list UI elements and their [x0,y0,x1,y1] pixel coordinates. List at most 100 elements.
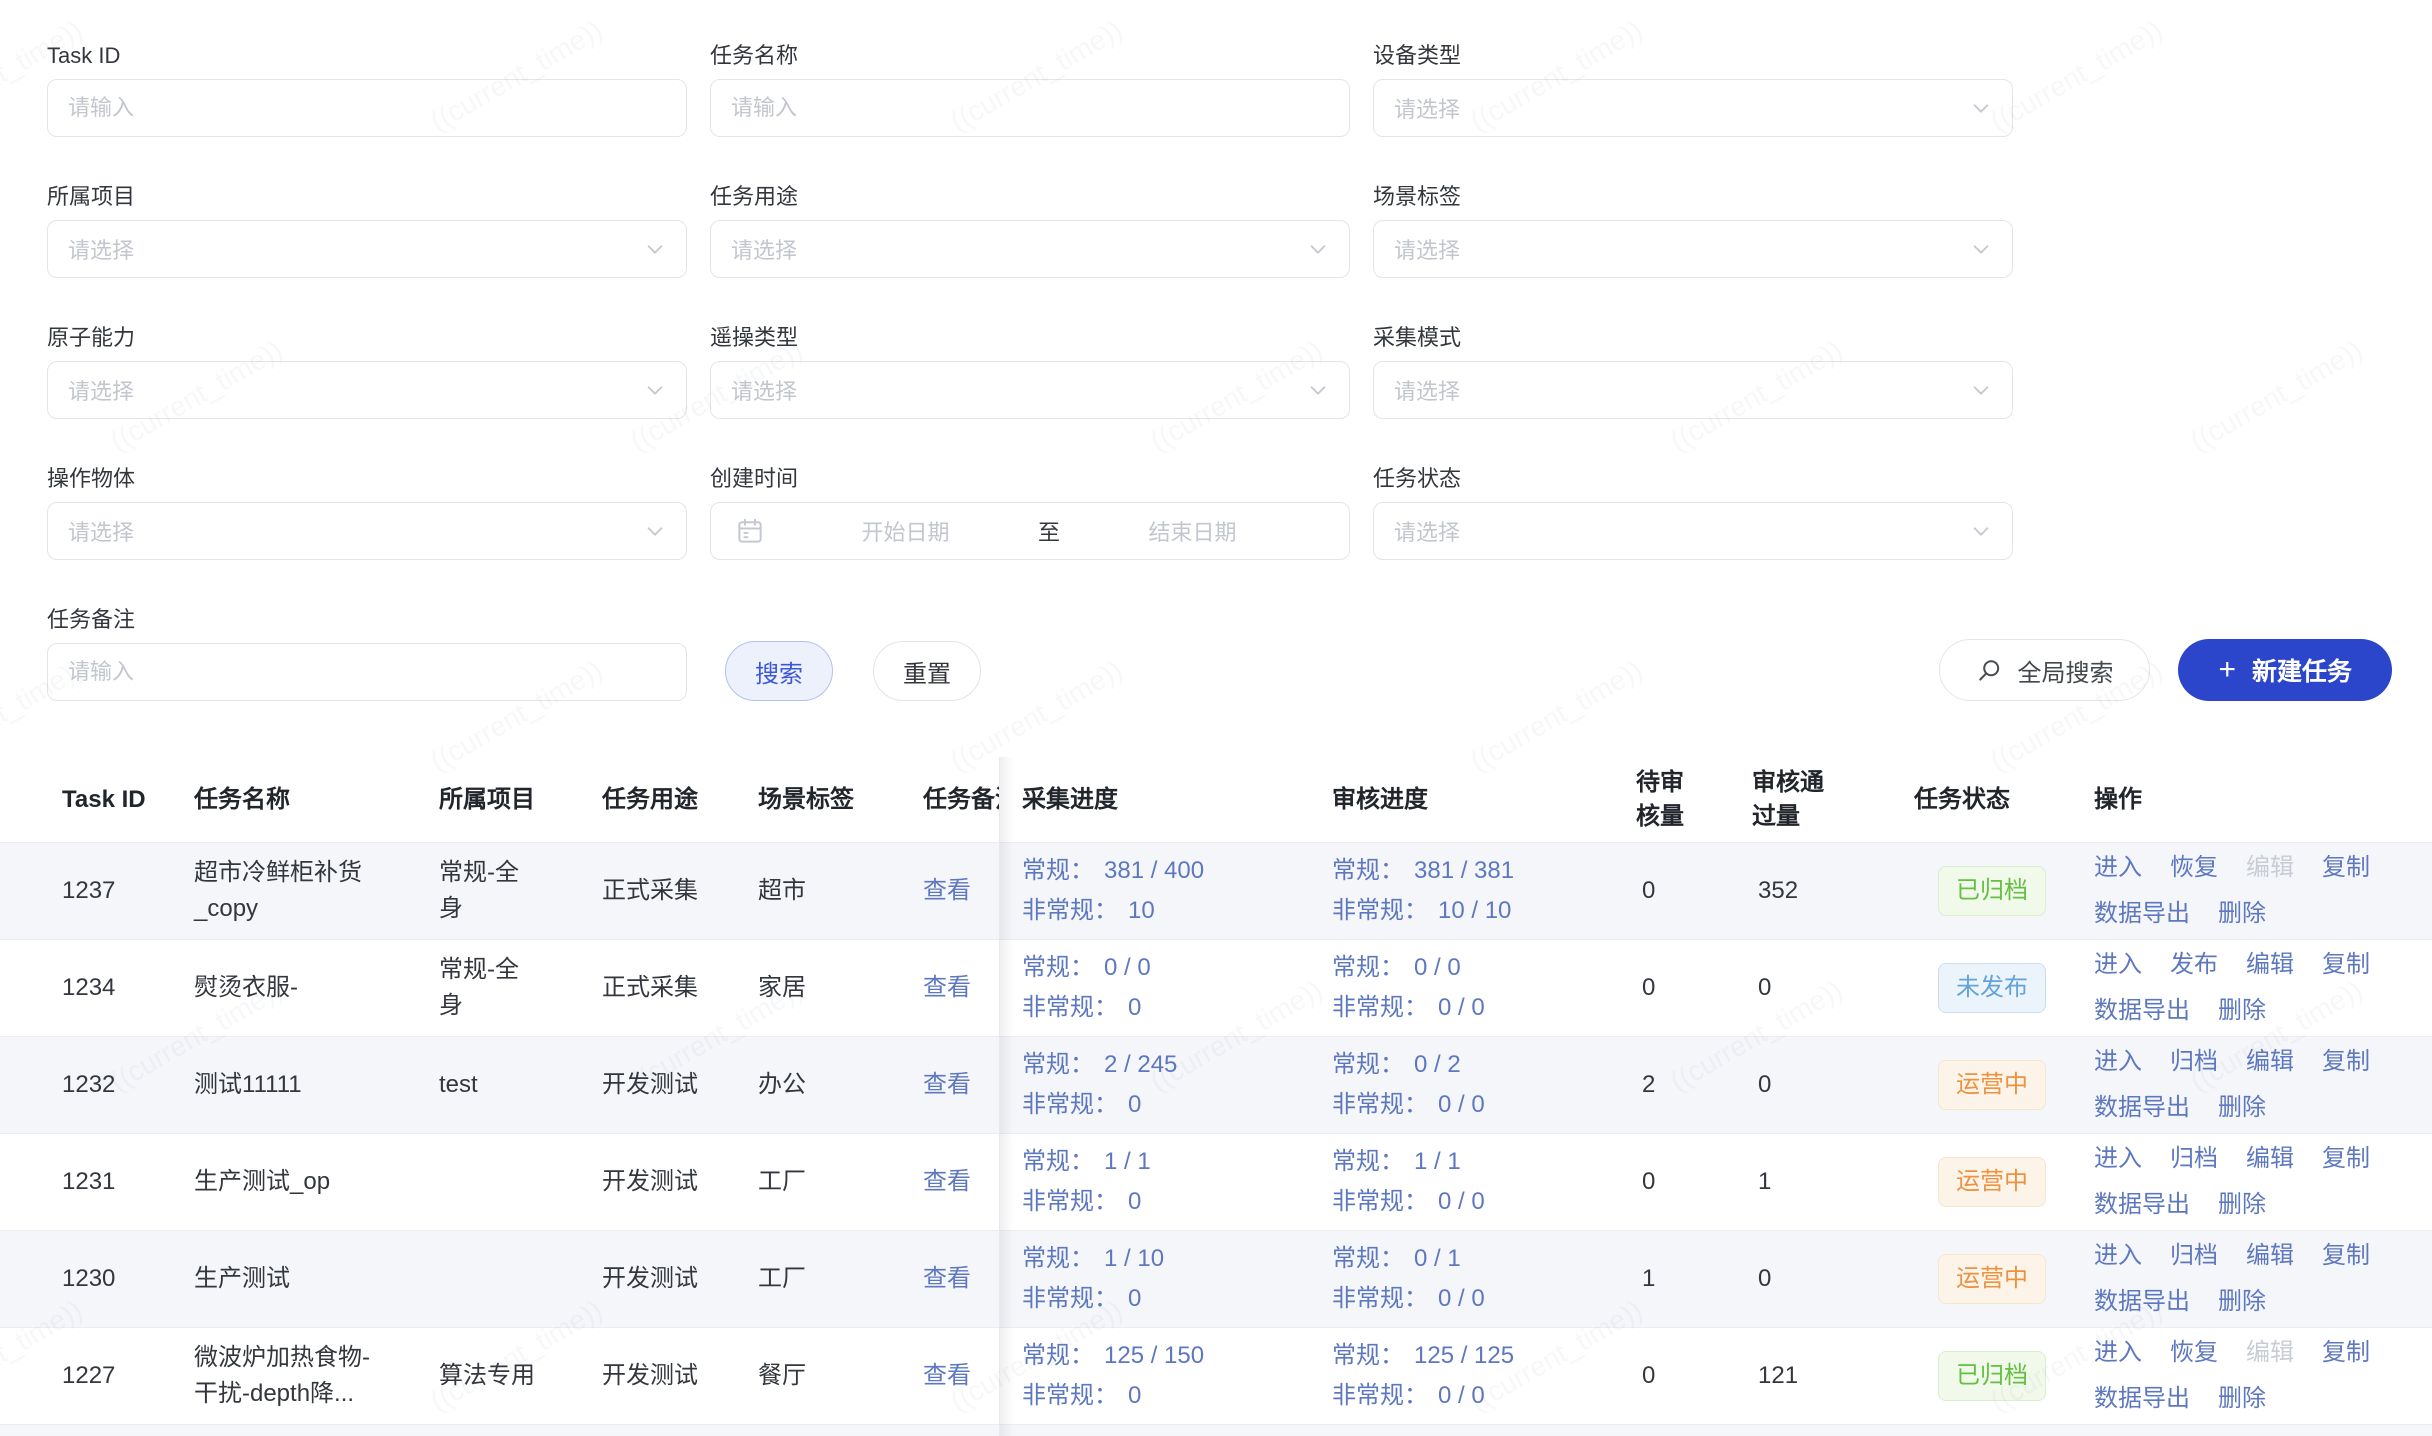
collect-irregular-value: 0 [1128,1085,1141,1125]
chevron-down-icon [1307,379,1329,401]
action-link[interactable]: 复制 [2322,1139,2370,1179]
filter-grid: Task ID 任务名称 设备类型 请选择 所属项目 请选择 任务用途 请选择 [47,42,2014,560]
reset-button[interactable]: 重置 [873,641,981,701]
action-link[interactable]: 编辑 [2246,1236,2294,1276]
view-remark-link[interactable]: 查看 [923,1265,971,1292]
column-header-review: 审核进度 [1332,783,1636,817]
cell-scene: 超市 [758,873,923,909]
action-link[interactable]: 恢复 [2170,848,2218,888]
cell-status: 未发布 [1914,963,2094,1014]
view-remark-link[interactable]: 查看 [923,1168,971,1195]
action-link[interactable]: 进入 [2094,1333,2142,1373]
filter-select[interactable]: 请选择 [710,361,1350,419]
action-link[interactable]: 数据导出 [2094,1088,2190,1128]
filter-select[interactable]: 请选择 [1373,79,2013,137]
action-link[interactable]: 删除 [2218,1282,2266,1322]
status-badge: 运营中 [1938,1060,2046,1111]
filter-select[interactable]: 请选择 [1373,502,2013,560]
review-regular-label: 常规： [1332,1336,1404,1376]
collect-irregular-value: 0 [1128,988,1141,1028]
cell-task-name: 测试11111 [194,1067,439,1103]
select-placeholder: 请选择 [1394,92,1970,124]
create-task-button[interactable]: + 新建任务 [2178,639,2392,701]
review-irregular-value: 0 / 0 [1438,988,1485,1028]
review-regular-label: 常规： [1332,851,1404,891]
global-search-button[interactable]: 全局搜索 [1939,639,2150,701]
action-link[interactable]: 复制 [2322,1333,2370,1373]
action-link[interactable]: 数据导出 [2094,1379,2190,1419]
action-link[interactable]: 恢复 [2170,1333,2218,1373]
action-link[interactable]: 进入 [2094,1139,2142,1179]
column-header-approved: 审核通过量 [1752,766,1914,834]
cell-remark: 查看 [923,1164,1022,1200]
filter-select[interactable]: 请选择 [1373,361,2013,419]
search-toolbar: 任务备注 搜索 重置 全局搜索 + 新建任务 [47,606,2392,701]
action-line-1: 进入恢复编辑复制 [2094,848,2402,888]
column-header-scene: 场景标签 [758,783,923,817]
cell-collect-progress: 常规：125 / 150 非常规：0 [1022,1336,1332,1416]
action-link[interactable]: 复制 [2322,848,2370,888]
action-link[interactable]: 归档 [2170,1042,2218,1082]
action-link[interactable]: 归档 [2170,1139,2218,1179]
cell-project: 常规-全身 [439,855,602,927]
select-placeholder: 请选择 [68,233,644,265]
action-link[interactable]: 复制 [2322,945,2370,985]
cell-task-name: 生产测试_op [194,1164,439,1200]
chevron-down-icon [644,379,666,401]
filter-text-input[interactable] [47,643,687,701]
chevron-down-icon [1970,379,1992,401]
review-regular-label: 常规： [1332,1045,1404,1085]
search-button[interactable]: 搜索 [725,641,833,701]
action-link[interactable]: 删除 [2218,1088,2266,1128]
cell-task-id: 1232 [62,1067,194,1103]
column-header-collect: 采集进度 [1022,783,1332,817]
filter-select[interactable]: 请选择 [47,502,687,560]
date-range-picker[interactable]: 开始日期 至 结束日期 [710,502,1350,560]
filter-field: 任务用途 请选择 [710,183,1350,278]
action-link[interactable]: 归档 [2170,1236,2218,1276]
action-link[interactable]: 发布 [2170,945,2218,985]
action-link[interactable]: 删除 [2218,1185,2266,1225]
filter-select[interactable]: 请选择 [47,361,687,419]
filter-select[interactable]: 请选择 [1373,220,2013,278]
table-row: 1232 测试11111 test 开发测试 办公 查看 常规：2 / 245 … [0,1037,2432,1134]
action-line-2: 数据导出删除 [2094,1185,2402,1225]
review-regular-value: 0 / 2 [1414,1045,1461,1085]
action-link[interactable]: 进入 [2094,1236,2142,1276]
view-remark-link[interactable]: 查看 [923,877,971,904]
view-remark-link[interactable]: 查看 [923,1071,971,1098]
action-link[interactable]: 进入 [2094,1042,2142,1082]
filter-select[interactable]: 请选择 [47,220,687,278]
action-link[interactable]: 数据导出 [2094,894,2190,934]
action-link[interactable]: 数据导出 [2094,1185,2190,1225]
action-line-1: 进入恢复编辑复制 [2094,1333,2402,1373]
filter-text-input[interactable] [47,79,687,137]
filter-label: 任务用途 [710,183,1350,211]
action-link[interactable]: 复制 [2322,1042,2370,1082]
action-link[interactable]: 删除 [2218,1379,2266,1419]
cell-pending-count: 1 [1636,1261,1752,1297]
action-link[interactable]: 进入 [2094,848,2142,888]
action-link[interactable]: 删除 [2218,894,2266,934]
cell-collect-progress: 常规：1 / 10 非常规：0 [1022,1239,1332,1319]
cell-approved-count: 0 [1752,1261,1914,1297]
filter-field: 任务状态 请选择 [1373,465,2013,560]
filter-select[interactable]: 请选择 [710,220,1350,278]
filter-field: Task ID [47,42,687,137]
column-header-remark: 任务备注 [923,783,1022,817]
action-link[interactable]: 编辑 [2246,1042,2294,1082]
view-remark-link[interactable]: 查看 [923,1362,971,1389]
cell-actions: 进入恢复编辑复制 数据导出删除 [2094,848,2432,934]
chevron-down-icon [1970,97,1992,119]
action-link[interactable]: 进入 [2094,945,2142,985]
action-link[interactable]: 数据导出 [2094,1282,2190,1322]
action-link[interactable]: 数据导出 [2094,991,2190,1031]
status-badge: 运营中 [1938,1157,2046,1208]
action-link[interactable]: 删除 [2218,991,2266,1031]
action-link[interactable]: 编辑 [2246,1139,2294,1179]
action-link[interactable]: 编辑 [2246,945,2294,985]
cell-actions: 进入归档编辑复制 数据导出删除 [2094,1139,2432,1225]
filter-text-input[interactable] [710,79,1350,137]
action-link[interactable]: 复制 [2322,1236,2370,1276]
view-remark-link[interactable]: 查看 [923,974,971,1001]
